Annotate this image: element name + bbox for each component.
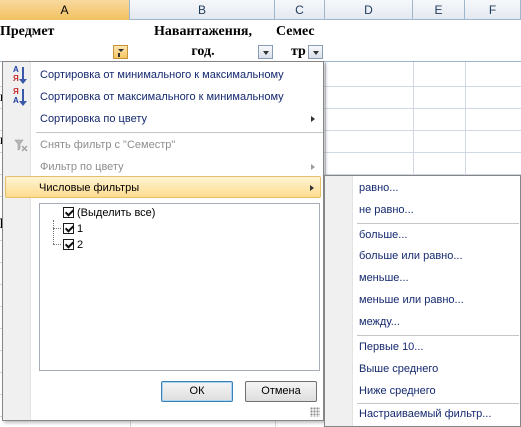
submenu-item-top-10[interactable]: Первые 10... — [359, 338, 423, 356]
menu-separator — [357, 223, 519, 224]
menu-item-label: Снять фильтр с "Семестр" — [40, 139, 176, 151]
checklist-label: 1 — [77, 223, 84, 235]
menu-item-label: Сортировка по цвету — [40, 113, 147, 125]
checklist-label: 2 — [77, 239, 84, 251]
chevron-down-icon — [263, 51, 269, 55]
menu-separator — [36, 132, 323, 133]
submenu-item-less-than[interactable]: меньше... — [359, 269, 409, 287]
column-header-e[interactable]: E — [413, 0, 465, 20]
menu-item-label: Сортировка от максимального к минимально… — [40, 91, 284, 103]
chevron-down-icon — [118, 49, 124, 52]
cell-b1-line2[interactable]: год. — [131, 44, 275, 60]
filter-values-list[interactable]: (Выделить все) 1 2 — [39, 203, 320, 371]
submenu-item-greater-than[interactable]: больше... — [359, 226, 407, 244]
ok-button[interactable]: ОК — [161, 381, 233, 402]
checkbox[interactable] — [63, 239, 74, 250]
checkbox[interactable] — [63, 223, 74, 234]
filter-dropdown-a-button[interactable] — [113, 45, 128, 59]
submenu-item-custom-filter[interactable]: Настраиваемый фильтр... — [359, 405, 491, 423]
filter-dropdown-c-button[interactable] — [308, 45, 323, 59]
checklist-label: (Выделить все) — [77, 207, 156, 219]
cell-c1-line2[interactable]: тр — [291, 44, 309, 60]
submenu-item-between[interactable]: между... — [359, 313, 400, 331]
filter-dropdown-b-button[interactable] — [258, 45, 273, 59]
menu-icon-gutter — [325, 176, 353, 426]
autofilter-menu: АЯ Сортировка от минимального к максимал… — [2, 61, 324, 421]
menu-item-filter-by-color[interactable]: Фильтр по цвету — [5, 156, 321, 178]
menu-item-sort-by-color[interactable]: Сортировка по цвету — [5, 108, 321, 130]
menu-item-label: Фильтр по цвету — [40, 161, 124, 173]
column-header-f[interactable]: F — [465, 0, 521, 20]
column-header-d[interactable]: D — [325, 0, 413, 20]
menu-item-number-filters[interactable]: Числовые фильтры — [5, 176, 321, 198]
checklist-item[interactable]: 2 — [40, 237, 310, 253]
menu-separator — [357, 403, 519, 404]
checklist-item[interactable]: 1 — [40, 221, 310, 237]
checklist-item-select-all[interactable]: (Выделить все) — [40, 205, 310, 221]
number-filters-submenu: равно... не равно... больше... больше ил… — [324, 175, 521, 427]
chevron-right-icon — [311, 164, 315, 170]
chevron-right-icon — [311, 116, 315, 122]
submenu-item-not-equal[interactable]: не равно... — [359, 201, 414, 219]
cancel-button[interactable]: Отмена — [245, 381, 317, 402]
cell-b1-line1[interactable]: Навантаження, — [131, 24, 275, 40]
clear-filter-icon — [14, 139, 28, 152]
filter-icon — [118, 53, 124, 57]
menu-separator — [357, 335, 519, 336]
menu-item-sort-ascending[interactable]: АЯ Сортировка от минимального к максимал… — [5, 64, 321, 86]
submenu-item-equals[interactable]: равно... — [359, 179, 398, 197]
checkbox[interactable] — [63, 207, 74, 218]
column-header-a[interactable]: A — [0, 0, 130, 20]
chevron-right-icon — [310, 185, 314, 191]
menu-item-label: Сортировка от минимального к максимально… — [40, 69, 284, 81]
submenu-item-less-or-equal[interactable]: меньше или равно... — [359, 291, 464, 309]
column-header-b[interactable]: B — [130, 0, 275, 20]
menu-item-clear-filter[interactable]: Снять фильтр с "Семестр" — [5, 134, 321, 156]
sort-descending-icon: ЯА — [13, 88, 29, 106]
chevron-down-icon — [313, 51, 319, 55]
sort-ascending-icon: АЯ — [13, 66, 29, 84]
menu-item-sort-descending[interactable]: ЯА Сортировка от максимального к минимал… — [5, 86, 321, 108]
submenu-item-above-average[interactable]: Выше среднего — [359, 360, 438, 378]
submenu-item-below-average[interactable]: Ниже среднего — [359, 382, 436, 400]
submenu-item-greater-or-equal[interactable]: больше или равно... — [359, 247, 463, 265]
cell-a1-label[interactable]: Предмет — [0, 24, 62, 40]
menu-item-label: Числовые фильтры — [39, 182, 140, 194]
column-header-c[interactable]: C — [275, 0, 325, 20]
resize-grip[interactable] — [310, 407, 320, 417]
cell-c1-line1[interactable]: Семес — [276, 24, 325, 40]
